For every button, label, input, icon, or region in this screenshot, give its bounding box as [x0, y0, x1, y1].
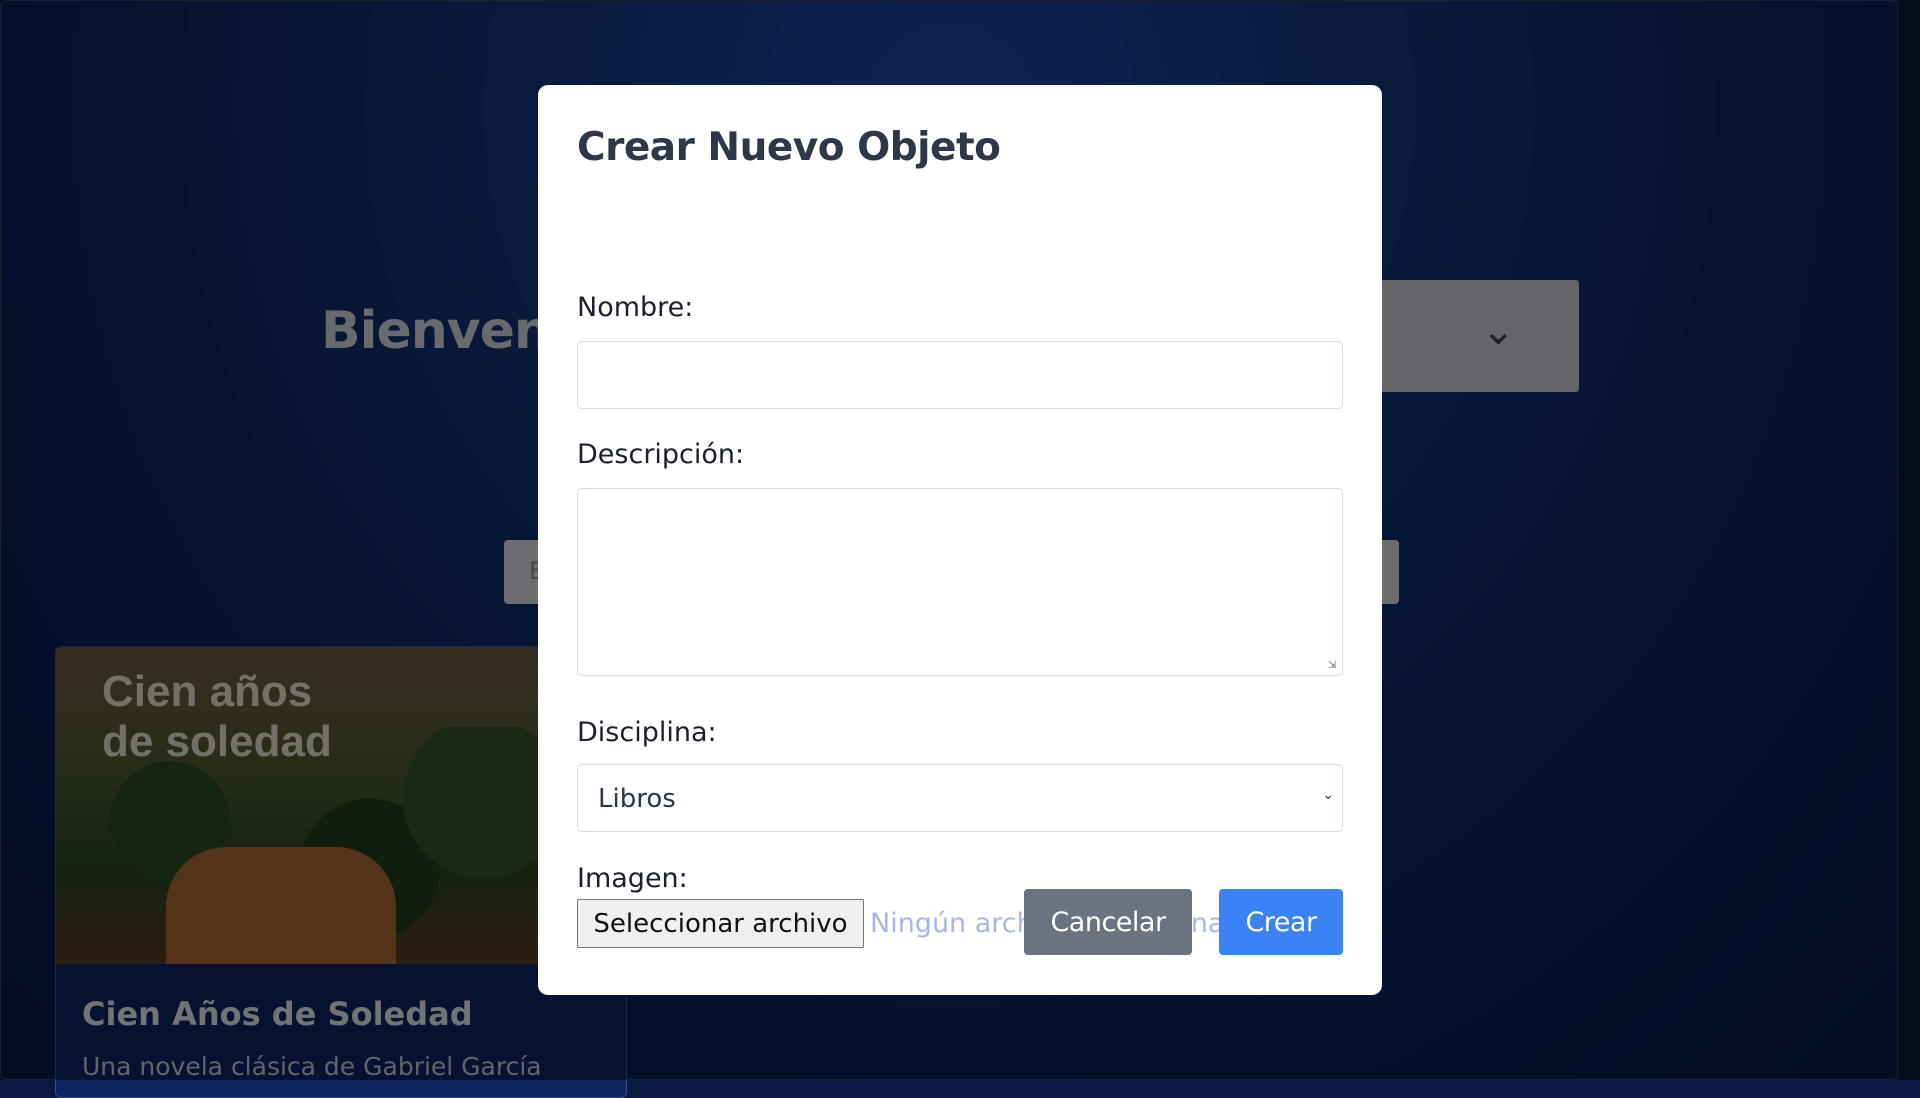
create-button[interactable]: Crear — [1219, 889, 1343, 955]
resize-handle-icon[interactable]: ⇲ — [1328, 661, 1338, 671]
modal-title: Crear Nuevo Objeto — [577, 125, 1001, 170]
name-input[interactable] — [577, 341, 1343, 409]
cancel-button[interactable]: Cancelar — [1024, 889, 1192, 955]
name-label: Nombre: — [577, 292, 694, 323]
create-object-modal: Crear Nuevo Objeto Nombre: Descripción: … — [538, 85, 1382, 995]
discipline-label: Disciplina: — [577, 717, 717, 748]
discipline-select[interactable]: Libros ⌄ — [577, 764, 1343, 832]
chevron-down-icon: ⌄ — [1322, 787, 1334, 803]
discipline-selected-value: Libros — [598, 784, 676, 814]
description-textarea[interactable]: ⇲ — [577, 488, 1343, 676]
image-label: Imagen: — [577, 863, 688, 894]
choose-file-button[interactable]: Seleccionar archivo — [577, 899, 864, 948]
description-label: Descripción: — [577, 439, 745, 470]
